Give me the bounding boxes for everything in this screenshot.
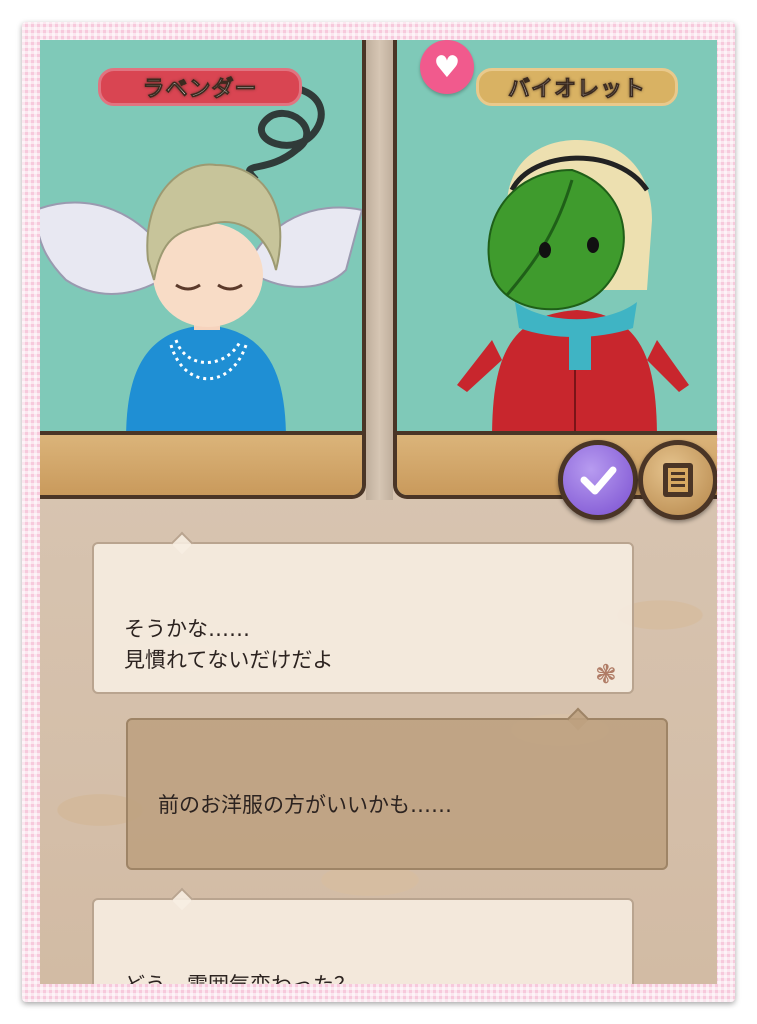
game-scene: ラベンダー バイオレット ♥ そうかな…… 見慣れてないだけだよ ❃ 前のお洋服… <box>40 40 717 984</box>
album-icon <box>663 463 693 497</box>
name-tag-lavender: ラベンダー <box>98 68 302 106</box>
heart-icon: ♥ <box>420 40 474 94</box>
panel-floor-left <box>40 431 362 495</box>
dialogue-bubble: 前のお洋服の方がいいかも…… <box>126 707 668 870</box>
name-tag-violet: バイオレット <box>476 68 678 106</box>
character-panel-left: ラベンダー <box>40 40 366 499</box>
dialogue-bubble: どう、雰囲気変わった？ 似合ってる？ <box>92 887 634 984</box>
bubble-tail <box>170 531 194 555</box>
character-panel-right: バイオレット <box>393 40 717 499</box>
check-icon <box>580 466 617 495</box>
clip-icon: ❃ <box>595 660 617 690</box>
bubble-tail <box>170 887 194 911</box>
dialogue-text: どう、雰囲気変わった？ 似合ってる？ <box>124 973 355 984</box>
dialogue-text: そうかな…… 見慣れてないだけだよ <box>124 617 334 672</box>
dialogue-text: 前のお洋服の方がいいかも…… <box>158 793 452 817</box>
album-button[interactable] <box>638 440 717 520</box>
panel-divider <box>366 40 393 500</box>
dialogue-bubble: そうかな…… 見慣れてないだけだよ <box>92 531 634 694</box>
bubble-tail <box>566 707 590 731</box>
check-button[interactable] <box>558 440 638 520</box>
